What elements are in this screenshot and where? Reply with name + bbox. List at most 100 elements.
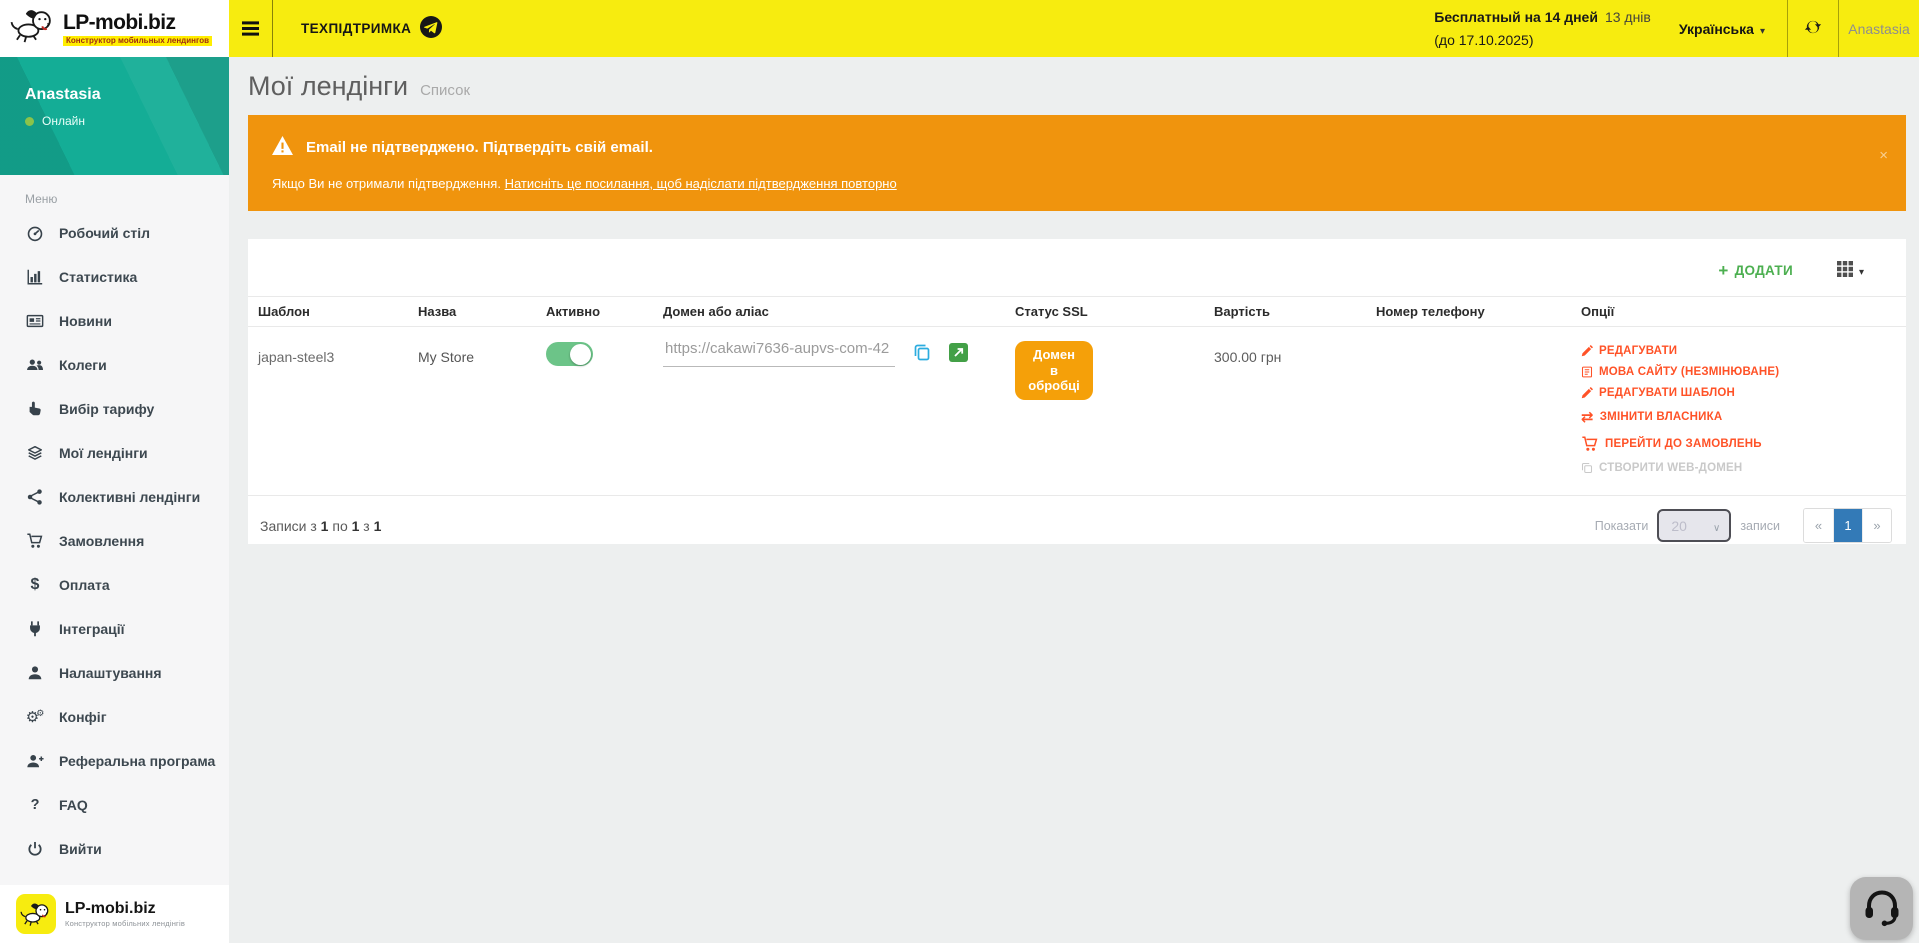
- sidebar-item-orders[interactable]: Замовлення: [0, 519, 229, 563]
- add-landing-label: ДОДАТИ: [1735, 263, 1793, 278]
- menu-section-label: Меню: [0, 175, 229, 211]
- page-size-select[interactable]: 20: [1657, 509, 1731, 542]
- footer-brand-title: LP-mobi.biz: [65, 900, 185, 918]
- option-label: РЕДАГУВАТИ ШАБЛОН: [1599, 387, 1735, 399]
- edit-icon: [1581, 345, 1593, 357]
- sidebar-item-tariff[interactable]: Вибір тарифу: [0, 387, 229, 431]
- sidebar-item-referral[interactable]: Реферальна програма: [0, 739, 229, 783]
- sidebar-item-statistics[interactable]: Статистика: [0, 255, 229, 299]
- option-change-owner[interactable]: ⇄ЗМІНИТИ ВЛАСНИКА: [1581, 408, 1898, 426]
- open-landing-button[interactable]: [949, 343, 968, 365]
- option-label: МОВА САЙТУ (НЕЗМІНЮВАНЕ): [1599, 366, 1779, 378]
- pager-prev-button[interactable]: «: [1804, 509, 1833, 542]
- sidebar-item-payment[interactable]: $Оплата: [0, 563, 229, 607]
- column-header-3: Домен або аліас: [653, 297, 1005, 327]
- column-header-1: Назва: [408, 297, 536, 327]
- column-header-7: Опції: [1571, 297, 1906, 327]
- option-edit[interactable]: РЕДАГУВАТИ: [1581, 345, 1898, 357]
- support-link[interactable]: ТЕХПІДТРИМКА: [301, 0, 442, 57]
- table-header-row: ШаблонНазваАктивноДомен або аліасСтатус …: [248, 297, 1906, 327]
- page-title: Мої лендінги: [248, 71, 408, 102]
- domain-input[interactable]: [663, 340, 895, 367]
- brand-logo[interactable]: LP-mobi.biz Конструктор мобильных лендин…: [0, 0, 229, 57]
- online-dot-icon: [25, 117, 34, 126]
- hamburger-icon: [242, 27, 259, 29]
- records-part: по: [328, 518, 351, 534]
- chevron-down-icon: [1859, 263, 1864, 278]
- option-go-to-orders[interactable]: ПЕРЕЙТИ ДО ЗАМОВЛЕНЬ: [1581, 435, 1898, 453]
- sidebar-toggle-button[interactable]: [229, 0, 273, 57]
- hand-pointer-icon: [24, 400, 46, 418]
- newspaper-icon: [24, 312, 46, 330]
- refresh-icon: [1804, 18, 1822, 39]
- support-label: ТЕХПІДТРИМКА: [301, 21, 411, 36]
- sidebar-item-label: Новини: [59, 313, 112, 329]
- username[interactable]: Anastasia: [1839, 21, 1919, 37]
- sidebar-item-label: Конфіг: [59, 709, 107, 725]
- add-landing-button[interactable]: ДОДАТИ: [1712, 261, 1799, 280]
- user-plus-icon: [24, 752, 46, 770]
- sidebar-item-label: Налаштування: [59, 665, 162, 681]
- language-icon: [1581, 366, 1593, 378]
- share-icon: [24, 488, 46, 506]
- clone-icon: [1581, 462, 1593, 474]
- sidebar: Anastasia Онлайн Меню Робочий стіл Статис…: [0, 57, 229, 943]
- resend-confirmation-link[interactable]: Натисніть це посилання, щоб надіслати пі…: [505, 176, 897, 191]
- email-warning-alert: Email не підтверджено. Підтвердіть свій …: [248, 115, 1906, 211]
- alert-text-row: Якщо Ви не отримали підтвердження. Натис…: [272, 176, 1882, 191]
- sidebar-item-integrations[interactable]: Інтеграції: [0, 607, 229, 651]
- alert-text: Якщо Ви не отримали підтвердження.: [272, 176, 501, 191]
- option-create-web-domain: СТВОРИТИ WEB-ДОМЕН: [1581, 462, 1898, 474]
- sidebar-item-colleagues[interactable]: Колеги: [0, 343, 229, 387]
- power-icon: [24, 840, 46, 858]
- trial-plan: Бесплатный на 14 дней: [1434, 9, 1598, 25]
- sidebar-item-faq[interactable]: ?FAQ: [0, 783, 229, 827]
- user-icon: [24, 664, 46, 682]
- sidebar-item-my-landings[interactable]: Мої лендінги: [0, 431, 229, 475]
- pager-next-button[interactable]: »: [1862, 509, 1891, 542]
- plug-icon: [24, 620, 46, 638]
- option-label: СТВОРИТИ WEB-ДОМЕН: [1599, 462, 1742, 474]
- pagination-controls: Показати 20 записи « 1 »: [1595, 508, 1892, 543]
- options-cell: РЕДАГУВАТИ МОВА САЙТУ (НЕЗМІНЮВАНЕ) РЕДАГУ…: [1581, 345, 1898, 474]
- support-chat-button[interactable]: [1850, 877, 1913, 940]
- trial-days-left: 13 днів: [1605, 9, 1651, 25]
- plus-icon: [1718, 262, 1728, 279]
- name-cell: My Store: [418, 349, 474, 365]
- brand-subtitle: Конструктор мобильных лендингов: [63, 36, 212, 46]
- option-site-language[interactable]: МОВА САЙТУ (НЕЗМІНЮВАНЕ): [1581, 366, 1898, 378]
- active-toggle[interactable]: [546, 342, 593, 366]
- dog-mascot-icon: [16, 894, 56, 934]
- sidebar-item-news[interactable]: Новини: [0, 299, 229, 343]
- close-icon[interactable]: ×: [1879, 148, 1888, 163]
- pager-page-1-button[interactable]: 1: [1833, 509, 1862, 542]
- main-content: Мої лендінги Список Email не підтверджен…: [229, 57, 1919, 943]
- sidebar-item-label: Статистика: [59, 269, 137, 285]
- sidebar-item-settings[interactable]: Налаштування: [0, 651, 229, 695]
- topbar: LP-mobi.biz Конструктор мобильных лендин…: [0, 0, 1919, 57]
- option-edit-template[interactable]: РЕДАГУВАТИ ШАБЛОН: [1581, 387, 1898, 399]
- language-selector[interactable]: Українська: [1679, 21, 1765, 37]
- card-toolbar: ДОДАТИ: [248, 239, 1906, 296]
- column-visibility-button[interactable]: [1837, 261, 1864, 280]
- brand-title: LP-mobi.biz: [63, 12, 212, 33]
- pager: « 1 »: [1803, 508, 1892, 543]
- sidebar-footer-logo[interactable]: LP-mobi.biz Конструктор мобільних лендін…: [0, 885, 229, 943]
- copy-icon: [912, 342, 932, 365]
- sidebar-item-label: Замовлення: [59, 533, 144, 549]
- profile-panel: Anastasia Онлайн: [0, 57, 229, 175]
- records-part: 1: [374, 518, 382, 534]
- copy-domain-button[interactable]: [912, 342, 932, 365]
- column-header-5: Вартість: [1204, 297, 1366, 327]
- sidebar-item-collective-landings[interactable]: Колективні лендінги: [0, 475, 229, 519]
- sidebar-item-logout[interactable]: Вийти: [0, 827, 229, 871]
- sidebar-item-dashboard[interactable]: Робочий стіл: [0, 211, 229, 255]
- refresh-button[interactable]: [1788, 0, 1838, 57]
- sidebar-item-config[interactable]: ⚙⚙Конфіг: [0, 695, 229, 739]
- alert-title: Email не підтверджено. Підтвердіть свій …: [306, 139, 653, 156]
- dashboard-icon: [24, 224, 46, 242]
- edit-icon: [1581, 387, 1593, 399]
- dog-mascot-icon: [10, 8, 56, 49]
- page-header: Мої лендінги Список: [229, 57, 1919, 102]
- sidebar-item-label: Колеги: [59, 357, 107, 373]
